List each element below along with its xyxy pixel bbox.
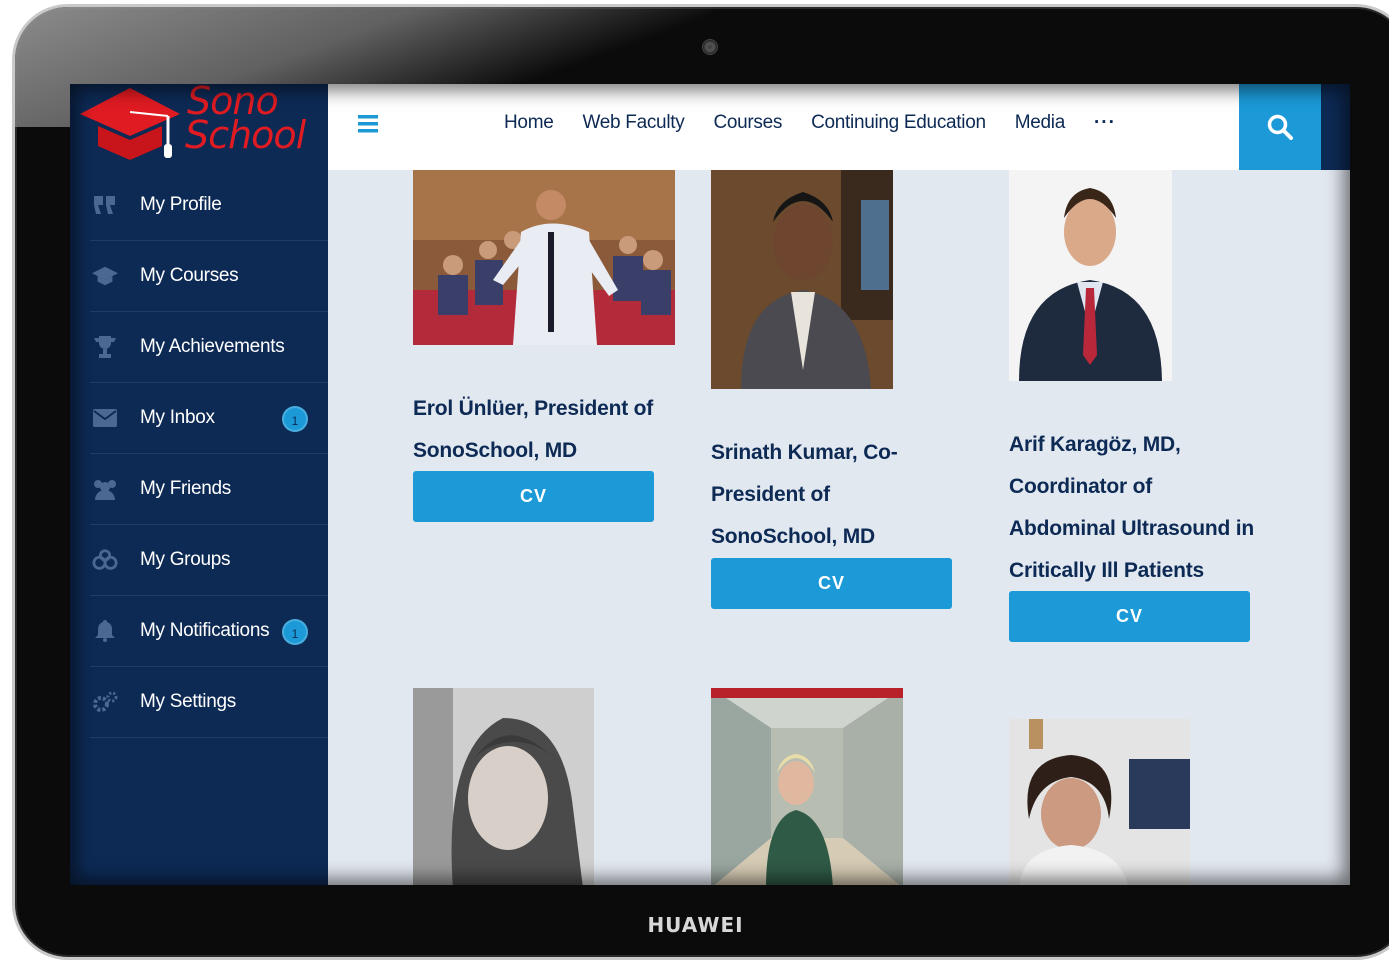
device-brand: HUAWEI (647, 913, 744, 937)
sidebar-item-my-achievements[interactable]: My Achievements (90, 312, 328, 383)
faculty-name-line: Abdominal Ultrasound in (1009, 517, 1255, 540)
faculty-photo-portrait (711, 170, 893, 389)
topbar-edge (1321, 84, 1350, 170)
sidebar-item-label: My Inbox (140, 407, 215, 428)
sidebar-item-label: My Notifications (140, 620, 270, 641)
nav-link-home[interactable]: Home (504, 112, 554, 134)
search-button[interactable] (1239, 84, 1321, 170)
sidebar-item-my-profile[interactable]: My Profile (90, 170, 328, 241)
sidebar-item-label: My Profile (140, 194, 222, 215)
sidebar-item-my-friends[interactable]: My Friends (90, 454, 328, 525)
quote-icon (92, 194, 118, 216)
sidebar-item-label: My Friends (140, 478, 231, 499)
sidebar: Sono School My Profile My Courses My Ach… (70, 84, 328, 885)
faculty-name: Erol Ünlüer, President of SonoSchool, MD (413, 388, 693, 472)
main-nav: Home Web Faculty Courses Continuing Educ… (504, 112, 1145, 134)
sidebar-item-label: My Settings (140, 691, 236, 712)
graduation-cap-logo-icon (80, 88, 180, 160)
gears-icon (92, 691, 118, 713)
logo-wordmark: Sono School (185, 84, 306, 157)
faculty-name-line: Critically Ill Patients (1009, 559, 1204, 582)
users-icon (92, 478, 118, 500)
nav-link-continuing-education[interactable]: Continuing Education (811, 112, 986, 134)
faculty-name-line: Srinath Kumar, Co- (711, 441, 898, 464)
hamburger-menu-icon[interactable] (358, 115, 378, 138)
faculty-photo-lecturer (413, 170, 675, 345)
faculty-photo-portrait (1009, 719, 1190, 885)
sidebar-item-my-notifications[interactable]: My Notifications 1 (90, 596, 328, 667)
trophy-icon (92, 336, 118, 358)
sonoschool-logo[interactable]: Sono School (80, 84, 320, 170)
sidebar-item-my-courses[interactable]: My Courses (90, 241, 328, 312)
faculty-photo-portrait (1009, 170, 1172, 381)
faculty-name-line: President of (711, 483, 830, 506)
sidebar-item-my-groups[interactable]: My Groups (90, 525, 328, 596)
sidebar-item-my-inbox[interactable]: My Inbox 1 (90, 383, 328, 454)
faculty-name: Srinath Kumar, Co- President of SonoScho… (711, 432, 971, 558)
graduation-cap-icon (92, 265, 118, 287)
envelope-icon (92, 407, 118, 429)
logo-text-school: School (185, 113, 306, 157)
cv-button[interactable]: CV (413, 471, 654, 522)
faculty-name: Arif Karagöz, MD, Coordinator of Abdomin… (1009, 424, 1309, 592)
sidebar-item-my-settings[interactable]: My Settings (90, 667, 328, 738)
app-screen: Sono School My Profile My Courses My Ach… (70, 84, 1350, 885)
faculty-name-line: Coordinator of (1009, 475, 1153, 498)
inbox-count-badge: 1 (282, 406, 308, 432)
nav-link-web-faculty[interactable]: Web Faculty (582, 112, 684, 134)
top-navigation-bar: Home Web Faculty Courses Continuing Educ… (328, 84, 1350, 170)
nav-link-courses[interactable]: Courses (713, 112, 782, 134)
nav-link-media[interactable]: Media (1015, 112, 1066, 134)
notifications-count-badge: 1 (282, 619, 308, 645)
sidebar-item-label: My Achievements (140, 336, 285, 357)
faculty-photo-portrait (413, 688, 594, 885)
cv-button[interactable]: CV (1009, 591, 1250, 642)
sidebar-item-label: My Courses (140, 265, 239, 286)
nav-more-button[interactable]: ··· (1094, 112, 1116, 134)
faculty-name-line: Erol Ünlüer, President of (413, 397, 654, 420)
faculty-name-line: Arif Karagöz, MD, (1009, 433, 1181, 456)
search-icon (1267, 114, 1293, 140)
faculty-name-line: SonoSchool, MD (711, 525, 876, 548)
sidebar-menu: My Profile My Courses My Achievements My… (90, 170, 328, 738)
faculty-photo-hallway (711, 688, 903, 885)
front-camera (702, 39, 718, 55)
sidebar-item-label: My Groups (140, 549, 231, 570)
bell-icon (92, 620, 118, 642)
faculty-name-line: SonoSchool, MD (413, 439, 578, 462)
cv-button[interactable]: CV (711, 558, 952, 609)
faculty-grid: Erol Ünlüer, President of SonoSchool, MD… (328, 170, 1350, 885)
groups-icon (92, 549, 118, 571)
